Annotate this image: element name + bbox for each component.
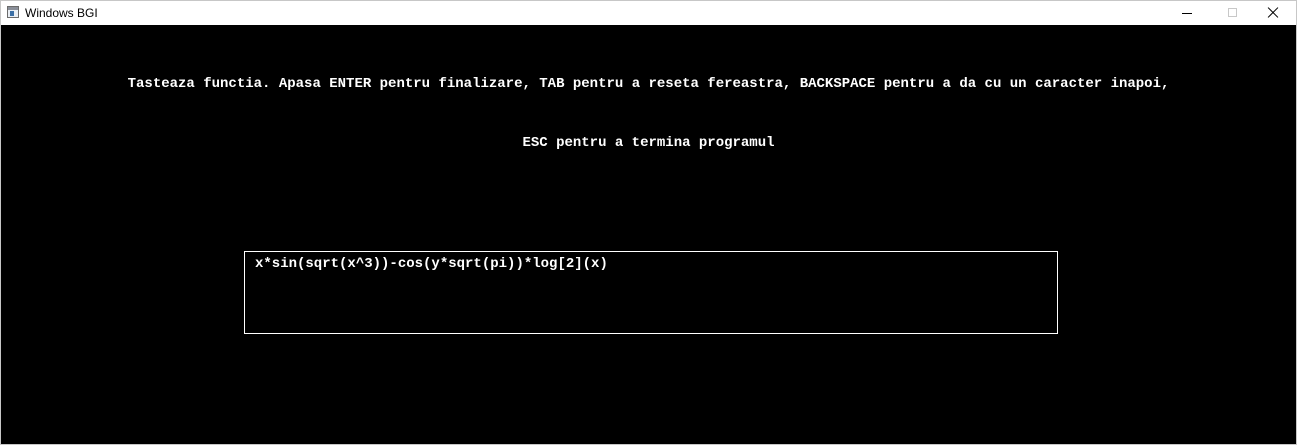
minimize-icon (1182, 13, 1192, 14)
bgi-window: Windows BGI Tasteaza functia. Apasa ENTE… (0, 0, 1297, 445)
close-icon (1267, 7, 1279, 19)
close-button[interactable] (1250, 1, 1296, 25)
function-input-box[interactable]: x*sin(sqrt(x^3))-cos(y*sqrt(pi))*log[2](… (244, 251, 1058, 334)
bgi-window-icon[interactable] (7, 6, 19, 18)
maximize-icon (1228, 8, 1237, 17)
minimize-button[interactable] (1164, 1, 1210, 25)
graphics-canvas[interactable]: Tasteaza functia. Apasa ENTER pentru fin… (1, 25, 1296, 444)
instruction-text-line-2: ESC pentru a termina programul (522, 135, 775, 151)
window-title: Windows BGI (25, 6, 98, 20)
instruction-text-line-1: Tasteaza functia. Apasa ENTER pentru fin… (127, 76, 1170, 92)
title-bar[interactable]: Windows BGI (1, 1, 1296, 25)
function-input-text[interactable]: x*sin(sqrt(x^3))-cos(y*sqrt(pi))*log[2](… (255, 255, 608, 273)
